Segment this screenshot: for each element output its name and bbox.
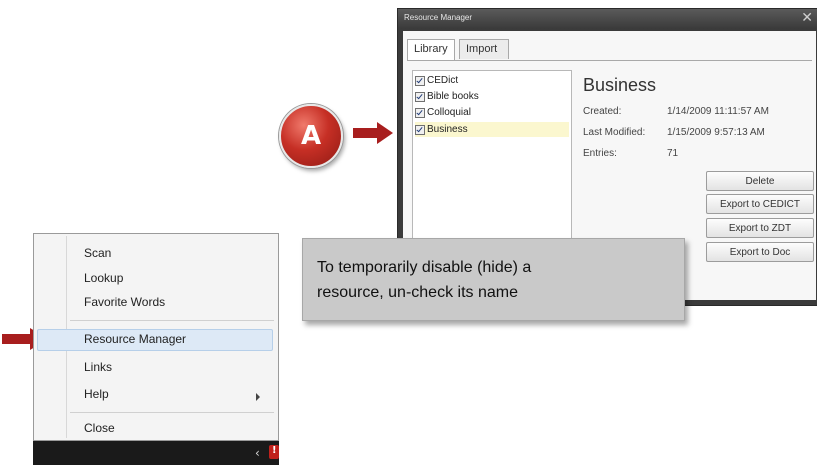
tab-library[interactable]: Library: [407, 39, 455, 60]
menu-item-scan[interactable]: Scan: [84, 246, 111, 260]
tab-panel-border: [407, 60, 812, 61]
delete-button[interactable]: Delete: [706, 171, 814, 191]
resource-label: Colloquial: [427, 107, 471, 118]
menu-item-lookup[interactable]: Lookup: [84, 271, 123, 285]
modified-label: Last Modified:: [583, 127, 646, 138]
menu-item-favorite-words[interactable]: Favorite Words: [84, 295, 165, 309]
tab-import[interactable]: Import: [459, 39, 509, 59]
resource-checkbox[interactable]: [415, 107, 425, 118]
menu-item-help[interactable]: Help: [84, 387, 109, 401]
menu-separator: [70, 412, 274, 413]
badge-letter: A: [300, 121, 322, 151]
instruction-tooltip: To temporarily disable (hide) a resource…: [302, 238, 685, 321]
list-item[interactable]: Colloquial: [415, 105, 471, 120]
export-cedict-button[interactable]: Export to CEDICT: [706, 194, 814, 214]
resource-label: Bible books: [427, 91, 479, 102]
menu-item-close[interactable]: Close: [84, 421, 115, 435]
step-badge: A: [279, 104, 343, 168]
resource-title: Business: [583, 75, 657, 95]
tray-context-menu: Scan Lookup Favorite Words Resource Mana…: [33, 233, 279, 441]
resource-checkbox[interactable]: [415, 75, 425, 86]
tooltip-line: resource, un-check its name: [317, 284, 518, 301]
title-bar[interactable]: Resource Manager ✕: [398, 9, 817, 29]
resource-label: CEDict: [427, 75, 459, 86]
export-zdt-button[interactable]: Export to ZDT: [706, 218, 814, 238]
export-doc-button[interactable]: Export to Doc: [706, 242, 814, 262]
list-item[interactable]: CEDict: [415, 73, 458, 88]
menu-separator: [70, 320, 274, 321]
resource-checkbox[interactable]: [415, 124, 425, 135]
menu-item-resource-manager[interactable]: Resource Manager: [84, 332, 186, 346]
modified-value: 1/15/2009 9:57:13 AM: [667, 127, 765, 138]
created-value: 1/14/2009 11:11:57 AM: [667, 106, 769, 117]
resource-checkbox[interactable]: [415, 91, 425, 102]
pointer-arrow-icon: [353, 122, 393, 144]
list-item[interactable]: Bible books: [415, 89, 479, 104]
resource-label: Business: [427, 124, 468, 135]
list-item-selected[interactable]: Business: [415, 122, 569, 137]
taskbar: ‹: [33, 441, 279, 465]
entries-label: Entries:: [583, 148, 617, 159]
tooltip-line: To temporarily disable (hide) a: [317, 259, 532, 276]
menu-item-links[interactable]: Links: [84, 360, 112, 374]
window-title: Resource Manager: [404, 13, 473, 22]
close-icon[interactable]: ✕: [801, 10, 813, 26]
show-hidden-icons-icon[interactable]: ‹: [255, 446, 260, 460]
entries-value: 71: [667, 148, 679, 159]
submenu-arrow-icon: [256, 393, 260, 401]
created-label: Created:: [583, 106, 622, 117]
tray-app-icon[interactable]: [269, 445, 279, 459]
